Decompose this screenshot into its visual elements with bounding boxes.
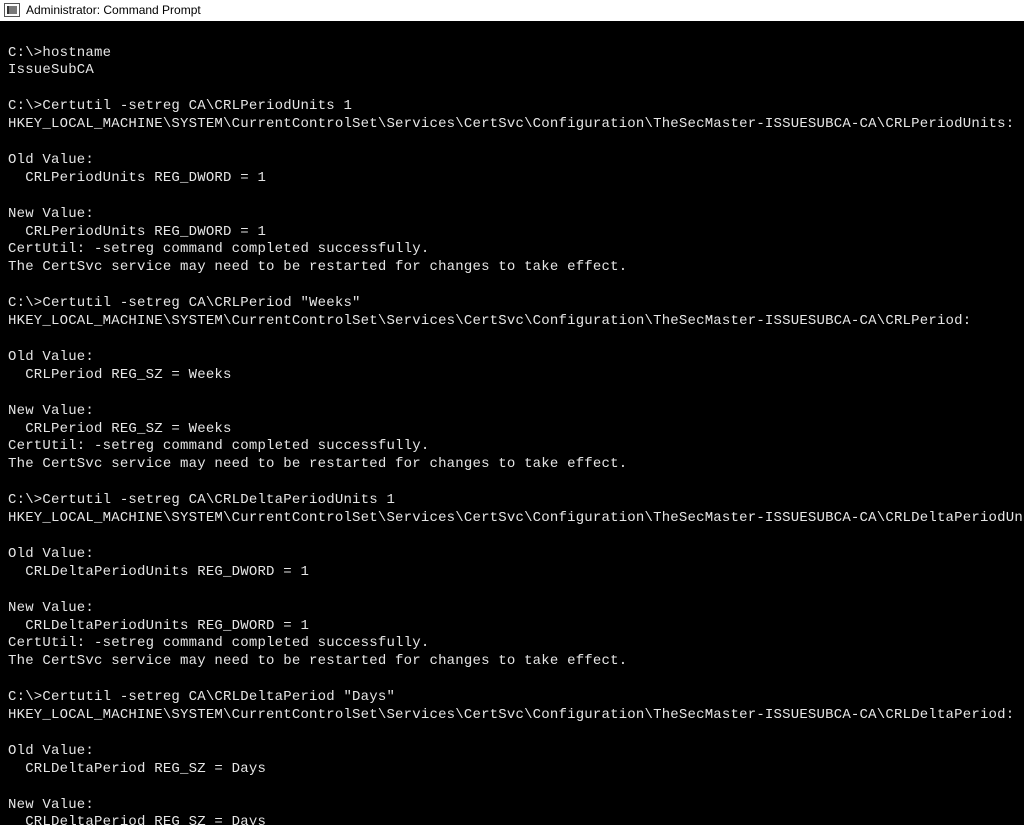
new-label-2: New Value: xyxy=(8,403,94,419)
new-label-3: New Value: xyxy=(8,600,94,616)
new-label-4: New Value: xyxy=(8,797,94,813)
cmd-setreg-3: Certutil -setreg CA\CRLDeltaPeriodUnits … xyxy=(42,492,395,508)
prompt: C:\> xyxy=(8,98,42,114)
old-line-3: CRLDeltaPeriodUnits REG_DWORD = 1 xyxy=(8,564,309,580)
hostname-output: IssueSubCA xyxy=(8,62,94,78)
prompt: C:\> xyxy=(8,45,42,61)
new-line-3: CRLDeltaPeriodUnits REG_DWORD = 1 xyxy=(8,618,309,634)
completed-1: CertUtil: -setreg command completed succ… xyxy=(8,241,429,257)
cmd-setreg-2: Certutil -setreg CA\CRLPeriod "Weeks" xyxy=(42,295,360,311)
restart-2: The CertSvc service may need to be resta… xyxy=(8,456,627,472)
window-title: Administrator: Command Prompt xyxy=(26,3,201,17)
new-line-1: CRLPeriodUnits REG_DWORD = 1 xyxy=(8,224,266,240)
cmd-setreg-1: Certutil -setreg CA\CRLPeriodUnits 1 xyxy=(42,98,352,114)
regpath-4: HKEY_LOCAL_MACHINE\SYSTEM\CurrentControl… xyxy=(8,707,1014,723)
old-line-1: CRLPeriodUnits REG_DWORD = 1 xyxy=(8,170,266,186)
old-label-2: Old Value: xyxy=(8,349,94,365)
new-line-4: CRLDeltaPeriod REG_SZ = Days xyxy=(8,814,266,825)
restart-3: The CertSvc service may need to be resta… xyxy=(8,653,627,669)
old-line-2: CRLPeriod REG_SZ = Weeks xyxy=(8,367,232,383)
old-label-4: Old Value: xyxy=(8,743,94,759)
completed-2: CertUtil: -setreg command completed succ… xyxy=(8,438,429,454)
completed-3: CertUtil: -setreg command completed succ… xyxy=(8,635,429,651)
terminal-output[interactable]: C:\>hostname IssueSubCA C:\>Certutil -se… xyxy=(0,21,1024,825)
prompt: C:\> xyxy=(8,689,42,705)
regpath-1: HKEY_LOCAL_MACHINE\SYSTEM\CurrentControl… xyxy=(8,116,1014,132)
old-label-1: Old Value: xyxy=(8,152,94,168)
regpath-3: HKEY_LOCAL_MACHINE\SYSTEM\CurrentControl… xyxy=(8,510,1024,526)
new-label-1: New Value: xyxy=(8,206,94,222)
regpath-2: HKEY_LOCAL_MACHINE\SYSTEM\CurrentControl… xyxy=(8,313,971,329)
cmd-setreg-4: Certutil -setreg CA\CRLDeltaPeriod "Days… xyxy=(42,689,395,705)
cmd-window: Administrator: Command Prompt C:\>hostna… xyxy=(0,0,1024,825)
titlebar[interactable]: Administrator: Command Prompt xyxy=(0,0,1024,21)
cmd-hostname: hostname xyxy=(42,45,111,61)
restart-1: The CertSvc service may need to be resta… xyxy=(8,259,627,275)
new-line-2: CRLPeriod REG_SZ = Weeks xyxy=(8,421,232,437)
cmd-icon xyxy=(4,3,20,17)
prompt: C:\> xyxy=(8,492,42,508)
old-label-3: Old Value: xyxy=(8,546,94,562)
prompt: C:\> xyxy=(8,295,42,311)
old-line-4: CRLDeltaPeriod REG_SZ = Days xyxy=(8,761,266,777)
